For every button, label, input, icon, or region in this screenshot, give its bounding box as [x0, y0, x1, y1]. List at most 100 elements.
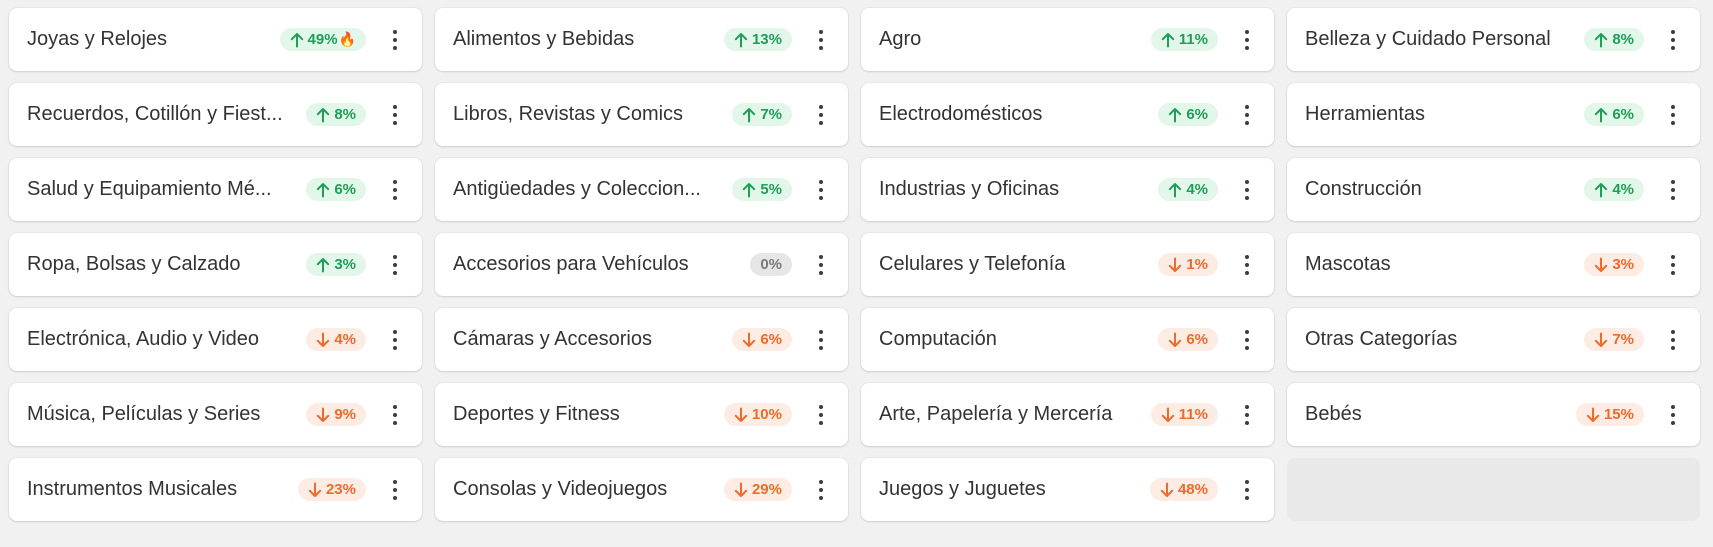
category-card[interactable]: Mascotas 3%: [1287, 233, 1700, 296]
category-label: Celulares y Telefonía: [879, 253, 1066, 275]
more-dot: [1245, 495, 1249, 500]
category-card[interactable]: Libros, Revistas y Comics 7%: [435, 83, 848, 146]
more-vertical-icon[interactable]: [388, 178, 402, 202]
trend-value: 29%: [751, 481, 782, 498]
category-label: Agro: [879, 28, 922, 50]
more-dot: [1671, 37, 1675, 42]
category-card[interactable]: Accesorios para Vehículos 0%: [435, 233, 848, 296]
more-vertical-icon[interactable]: [388, 28, 402, 52]
more-vertical-icon[interactable]: [1240, 403, 1254, 427]
more-vertical-icon[interactable]: [1666, 103, 1680, 127]
more-vertical-icon[interactable]: [1240, 28, 1254, 52]
category-card[interactable]: Otras Categorías 7%: [1287, 308, 1700, 371]
more-dot: [1245, 262, 1249, 267]
more-dot: [393, 329, 397, 334]
more-vertical-icon[interactable]: [814, 178, 828, 202]
more-dot: [393, 262, 397, 267]
more-dot: [819, 270, 823, 275]
category-label: Libros, Revistas y Comics: [453, 103, 684, 125]
category-card[interactable]: Cámaras y Accesorios 6%: [435, 308, 848, 371]
category-card[interactable]: Industrias y Oficinas 4%: [861, 158, 1274, 221]
more-dot: [1245, 487, 1249, 492]
trend-badge: 6%: [732, 328, 792, 351]
category-card[interactable]: Alimentos y Bebidas 13%: [435, 8, 848, 71]
more-dot: [819, 195, 823, 200]
category-label: Juegos y Juguetes: [879, 478, 1046, 500]
category-card[interactable]: Agro 11%: [861, 8, 1274, 71]
more-dot: [819, 29, 823, 34]
category-label: Antigüedades y Coleccion...: [453, 178, 701, 200]
more-vertical-icon[interactable]: [1240, 478, 1254, 502]
category-card[interactable]: Bebés 15%: [1287, 383, 1700, 446]
more-vertical-icon[interactable]: [1666, 28, 1680, 52]
category-card[interactable]: Celulares y Telefonía 1%: [861, 233, 1274, 296]
category-card[interactable]: Construcción 4%: [1287, 158, 1700, 221]
category-card[interactable]: Computación 6%: [861, 308, 1274, 371]
more-vertical-icon[interactable]: [814, 328, 828, 352]
more-dot: [1245, 479, 1249, 484]
more-vertical-icon[interactable]: [814, 103, 828, 127]
more-vertical-icon[interactable]: [814, 253, 828, 277]
arrow-up-icon: [316, 257, 330, 273]
more-dot: [819, 37, 823, 42]
more-dot: [1671, 45, 1675, 50]
category-card[interactable]: Belleza y Cuidado Personal 8%: [1287, 8, 1700, 71]
arrow-down-icon: [742, 332, 756, 348]
more-dot: [1245, 187, 1249, 192]
trend-value: 4%: [1186, 181, 1208, 198]
category-card[interactable]: Salud y Equipamiento Mé... 6%: [9, 158, 422, 221]
more-dot: [819, 487, 823, 492]
category-card[interactable]: Instrumentos Musicales 23%: [9, 458, 422, 521]
more-vertical-icon[interactable]: [388, 253, 402, 277]
trend-badge: 0%: [750, 253, 792, 276]
more-vertical-icon[interactable]: [1240, 178, 1254, 202]
category-card[interactable]: Consolas y Videojuegos 29%: [435, 458, 848, 521]
more-dot: [1671, 254, 1675, 259]
more-vertical-icon[interactable]: [814, 478, 828, 502]
trend-value: 8%: [334, 106, 356, 123]
trend-value: 6%: [1612, 106, 1634, 123]
category-card[interactable]: Antigüedades y Coleccion... 5%: [435, 158, 848, 221]
more-vertical-icon[interactable]: [1666, 328, 1680, 352]
more-dot: [393, 345, 397, 350]
more-vertical-icon[interactable]: [1240, 253, 1254, 277]
more-dot: [819, 45, 823, 50]
arrow-down-icon: [734, 407, 748, 423]
more-vertical-icon[interactable]: [388, 103, 402, 127]
category-label: Consolas y Videojuegos: [453, 478, 668, 500]
category-card[interactable]: Ropa, Bolsas y Calzado 3%: [9, 233, 422, 296]
category-card[interactable]: Deportes y Fitness 10%: [435, 383, 848, 446]
category-card[interactable]: Música, Películas y Series 9%: [9, 383, 422, 446]
trend-badge: 23%: [297, 478, 366, 501]
arrow-up-icon: [1594, 107, 1608, 123]
category-card[interactable]: Juegos y Juguetes 48%: [861, 458, 1274, 521]
more-vertical-icon[interactable]: [1666, 403, 1680, 427]
category-card[interactable]: Arte, Papelería y Mercería 11%: [861, 383, 1274, 446]
category-card[interactable]: Herramientas 6%: [1287, 83, 1700, 146]
more-dot: [819, 112, 823, 117]
more-vertical-icon[interactable]: [814, 28, 828, 52]
more-vertical-icon[interactable]: [388, 403, 402, 427]
more-vertical-icon[interactable]: [814, 403, 828, 427]
arrow-up-icon: [1161, 32, 1175, 48]
more-dot: [1671, 104, 1675, 109]
trend-badge: 1%: [1158, 253, 1218, 276]
category-card[interactable]: Recuerdos, Cotillón y Fiest... 8%: [9, 83, 422, 146]
more-vertical-icon[interactable]: [1240, 328, 1254, 352]
more-vertical-icon[interactable]: [1666, 178, 1680, 202]
more-dot: [1245, 254, 1249, 259]
more-vertical-icon[interactable]: [1240, 103, 1254, 127]
category-label: Belleza y Cuidado Personal: [1305, 28, 1551, 50]
more-dot: [819, 479, 823, 484]
more-vertical-icon[interactable]: [1666, 253, 1680, 277]
category-card[interactable]: Electrodomésticos 6%: [861, 83, 1274, 146]
more-dot: [1245, 179, 1249, 184]
more-dot: [1245, 412, 1249, 417]
category-card[interactable]: Electrónica, Audio y Video 4%: [9, 308, 422, 371]
more-dot: [1245, 37, 1249, 42]
more-vertical-icon[interactable]: [388, 478, 402, 502]
more-dot: [819, 329, 823, 334]
more-vertical-icon[interactable]: [388, 328, 402, 352]
category-card[interactable]: Joyas y Relojes 49% 🔥: [9, 8, 422, 71]
more-dot: [393, 195, 397, 200]
